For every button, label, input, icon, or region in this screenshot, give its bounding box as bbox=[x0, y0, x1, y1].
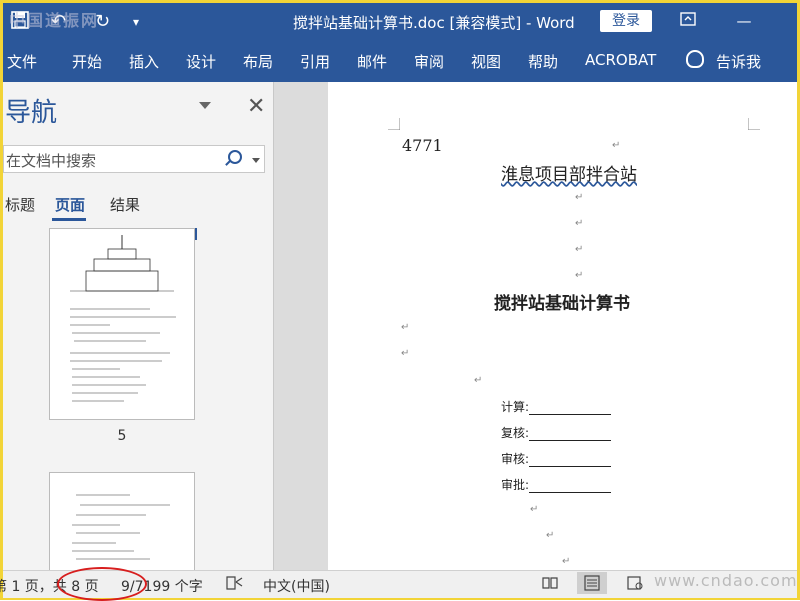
search-icon[interactable] bbox=[228, 150, 242, 164]
document-page[interactable] bbox=[328, 82, 797, 570]
close-icon[interactable]: ✕ bbox=[247, 94, 265, 119]
tab-mailings[interactable]: 邮件 bbox=[357, 51, 387, 72]
tab-results[interactable]: 结果 bbox=[110, 194, 140, 215]
minimize-icon[interactable]: — bbox=[731, 10, 757, 32]
tab-headings[interactable]: 标题 bbox=[5, 194, 35, 215]
search-options-icon[interactable] bbox=[252, 158, 260, 163]
paragraph-mark-icon: ↵ bbox=[575, 244, 584, 255]
signoff-row: 审批: bbox=[501, 476, 612, 493]
page-thumbnail[interactable] bbox=[49, 228, 195, 420]
paragraph-mark-icon: ↵ bbox=[401, 348, 410, 359]
document-heading: 淮息项目部拌合站 bbox=[501, 165, 637, 185]
login-button[interactable]: 登录 bbox=[600, 10, 652, 32]
signoff-row: 计算: bbox=[501, 398, 612, 415]
ribbon-tabs: 文件 开始 插入 设计 布局 引用 邮件 审阅 视图 帮助 ACROBAT 告诉… bbox=[3, 40, 797, 82]
active-tab-indicator bbox=[52, 218, 86, 221]
language-indicator[interactable]: 中文(中国) bbox=[263, 576, 330, 596]
paragraph-mark-icon: ↵ bbox=[575, 218, 584, 229]
title-bar: ↶ ↻ ▾ 中国道振网 搅拌站基础计算书.doc [兼容模式] - Word 登… bbox=[3, 3, 797, 40]
tab-references[interactable]: 引用 bbox=[300, 51, 330, 72]
paragraph-mark-icon: ↵ bbox=[474, 375, 483, 386]
signoff-line bbox=[529, 402, 612, 415]
tab-acrobat[interactable]: ACROBAT bbox=[585, 51, 656, 69]
page-marker-right bbox=[195, 228, 197, 240]
tab-pages[interactable]: 页面 bbox=[55, 194, 85, 215]
tab-file[interactable]: 文件 bbox=[7, 51, 37, 72]
signoff-label: 审批: bbox=[501, 478, 530, 492]
site-watermark-footer: www.cndao.com bbox=[654, 571, 798, 590]
tab-design[interactable]: 设计 bbox=[186, 51, 216, 72]
crop-mark-icon bbox=[388, 118, 400, 130]
tab-view[interactable]: 视图 bbox=[471, 51, 501, 72]
print-layout-icon[interactable] bbox=[577, 572, 607, 594]
signoff-line bbox=[529, 428, 612, 441]
tab-home[interactable]: 开始 bbox=[72, 51, 102, 72]
page-thumbnails: 5 bbox=[3, 228, 273, 570]
lightbulb-icon bbox=[686, 50, 704, 68]
page-thumbnail[interactable] bbox=[49, 472, 195, 570]
search-input[interactable]: 在文档中搜索 bbox=[6, 150, 96, 171]
web-layout-icon[interactable] bbox=[627, 576, 643, 590]
signoff-label: 复核: bbox=[501, 426, 530, 440]
paragraph-mark-icon: ↵ bbox=[562, 556, 571, 567]
site-watermark: 中国道振网 bbox=[9, 11, 100, 30]
tab-review[interactable]: 审阅 bbox=[414, 51, 444, 72]
proofing-icon[interactable] bbox=[225, 576, 243, 594]
nav-search-box[interactable]: 在文档中搜索 bbox=[3, 145, 265, 173]
paragraph-mark-icon: ↵ bbox=[401, 322, 410, 333]
paragraph-mark-icon: ↵ bbox=[530, 504, 539, 515]
tab-insert[interactable]: 插入 bbox=[129, 51, 159, 72]
window-title: 搅拌站基础计算书.doc [兼容模式] - Word bbox=[293, 14, 575, 32]
tab-layout[interactable]: 布局 bbox=[243, 51, 273, 72]
customize-toolbar-icon[interactable]: ▾ bbox=[133, 15, 139, 29]
paragraph-mark-icon: ↵ bbox=[575, 192, 584, 203]
document-title: 搅拌站基础计算书 bbox=[494, 294, 630, 314]
navigation-pane: 导航 ✕ 在文档中搜索 标题 页面 结果 5 bbox=[3, 82, 273, 570]
tab-help[interactable]: 帮助 bbox=[528, 51, 558, 72]
pane-options-icon[interactable] bbox=[199, 102, 211, 109]
crop-mark-icon bbox=[748, 118, 760, 130]
read-mode-icon[interactable] bbox=[542, 576, 558, 590]
paragraph-mark-icon: ↵ bbox=[575, 270, 584, 281]
ribbon-display-icon[interactable] bbox=[675, 10, 701, 32]
signoff-row: 审核: bbox=[501, 450, 612, 467]
page-thumbnail-number: 5 bbox=[117, 428, 127, 444]
signoff-line bbox=[529, 454, 612, 467]
paragraph-mark-icon: ↵ bbox=[612, 140, 621, 151]
signoff-row: 复核: bbox=[501, 424, 612, 441]
document-number: 4771 bbox=[402, 136, 443, 155]
signoff-label: 计算: bbox=[501, 400, 530, 414]
highlight-ellipse bbox=[57, 567, 147, 601]
signoff-line bbox=[529, 480, 612, 493]
pane-splitter[interactable] bbox=[273, 82, 329, 570]
paragraph-mark-icon: ↵ bbox=[546, 530, 555, 541]
signoff-label: 审核: bbox=[501, 452, 530, 466]
nav-pane-title: 导航 bbox=[5, 98, 58, 128]
tell-me-search[interactable]: 告诉我 bbox=[716, 51, 761, 72]
